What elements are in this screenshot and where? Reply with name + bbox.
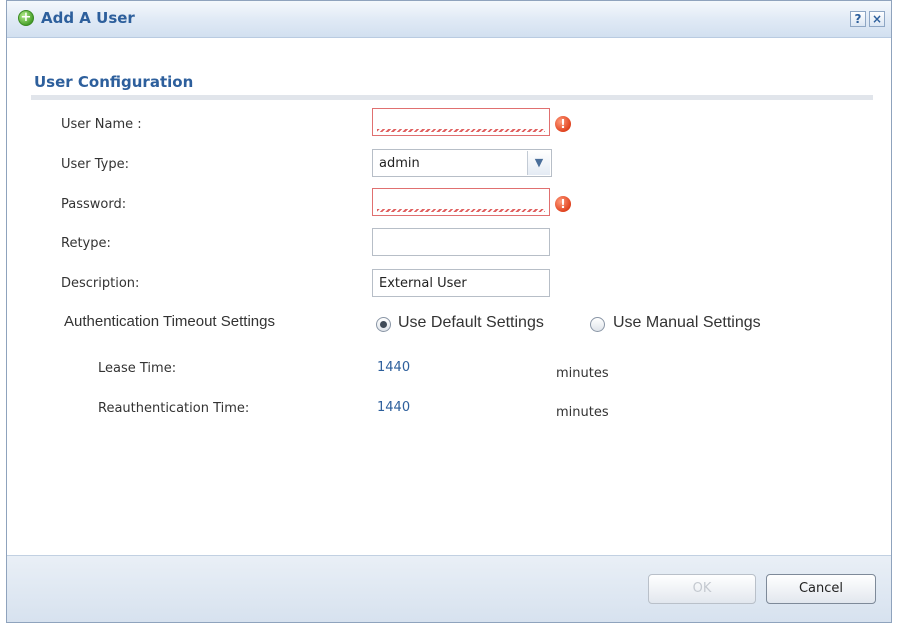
help-button[interactable]: ? (850, 11, 866, 27)
user-name-input[interactable] (372, 108, 550, 136)
password-label: Password: (61, 197, 127, 212)
add-user-icon: + (18, 10, 34, 26)
lease-time-value: 1440 (377, 360, 411, 375)
description-label: Description: (61, 276, 140, 291)
error-icon: ! (555, 116, 571, 132)
error-icon: ! (555, 196, 571, 212)
close-button[interactable]: × (869, 11, 885, 27)
dialog-title: Add A User (41, 9, 135, 27)
chevron-down-icon[interactable]: ▼ (527, 151, 550, 175)
reauth-time-unit: minutes (556, 405, 609, 420)
user-type-select[interactable]: admin ▼ (372, 149, 552, 177)
validation-underline (377, 209, 545, 212)
user-name-label: User Name : (61, 117, 142, 132)
use-manual-settings-label[interactable]: Use Manual Settings (613, 314, 761, 332)
description-value: External User (379, 276, 467, 291)
password-input[interactable] (372, 188, 550, 216)
reauth-time-value: 1440 (377, 400, 411, 415)
reauth-time-label: Reauthentication Time: (98, 401, 250, 416)
lease-time-label: Lease Time: (98, 361, 177, 376)
cancel-button[interactable]: Cancel (766, 574, 876, 604)
use-default-settings-label[interactable]: Use Default Settings (398, 314, 544, 332)
dialog-footer: OK Cancel (7, 555, 891, 622)
retype-label: Retype: (61, 236, 111, 251)
retype-input[interactable] (372, 228, 550, 256)
user-type-label: User Type: (61, 157, 130, 172)
section-title: User Configuration (34, 73, 194, 91)
use-manual-settings-radio[interactable] (590, 317, 605, 332)
user-type-value: admin (379, 156, 420, 171)
section-divider (31, 95, 873, 100)
auth-timeout-label: Authentication Timeout Settings (64, 313, 275, 330)
add-user-dialog: + Add A User ? × User Configuration User… (6, 0, 892, 623)
description-input[interactable]: External User (372, 269, 550, 297)
dialog-titlebar: + Add A User ? × (7, 1, 891, 38)
validation-underline (377, 129, 545, 132)
ok-button[interactable]: OK (648, 574, 756, 604)
lease-time-unit: minutes (556, 366, 609, 381)
use-default-settings-radio[interactable] (376, 317, 391, 332)
